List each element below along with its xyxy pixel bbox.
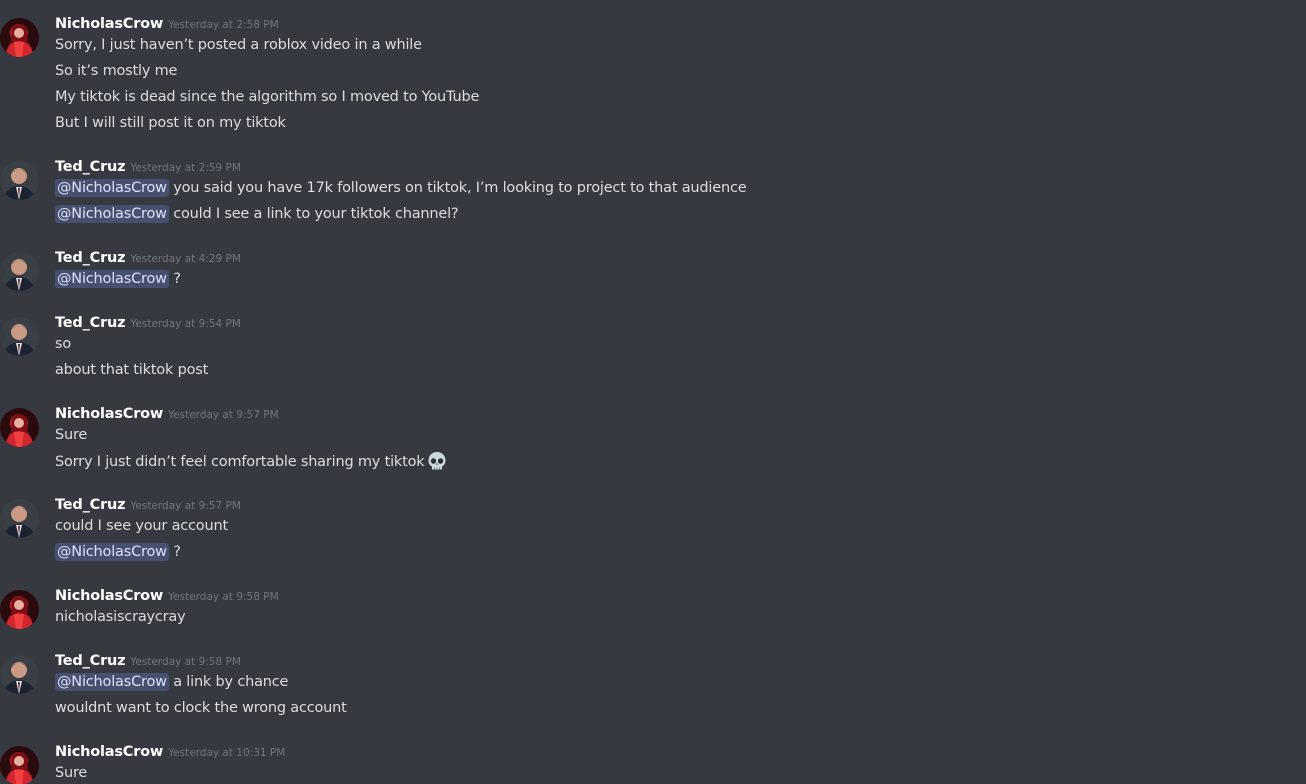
- message-line: nicholasiscraycray: [55, 606, 186, 628]
- message-group: NicholasCrow Yesterday at 2:58 PM Sorry, I…: [0, 14, 1306, 138]
- message-text: Sorry, I just haven’t posted a roblox vi…: [55, 37, 422, 53]
- message-line: wouldnt want to clock the wrong account: [55, 697, 347, 719]
- message-text: Sorry I just didn’t feel comfortable sha…: [55, 454, 425, 470]
- timestamp: Yesterday at 10:31 PM: [168, 747, 286, 759]
- message-line: so: [55, 333, 71, 355]
- ted-avatar[interactable]: [0, 317, 39, 356]
- timestamp: Yesterday at 4:29 PM: [130, 253, 241, 265]
- message-text: ?: [168, 271, 181, 287]
- message-text: Sure: [55, 427, 88, 443]
- chat-messages[interactable]: NicholasCrow Yesterday at 2:58 PM Sorry, I…: [0, 0, 1306, 784]
- message-text: Sure: [55, 765, 88, 781]
- message-line: @NicholasCrow ?: [55, 541, 181, 563]
- message-text: ?: [168, 544, 181, 560]
- user-mention[interactable]: @NicholasCrow: [55, 270, 169, 288]
- message-line: So it’s mostly me: [55, 60, 177, 82]
- message-line: @NicholasCrow ?: [55, 268, 181, 290]
- message-text: you said you have 17k followers on tikto…: [168, 180, 747, 196]
- message-text: nicholasiscraycray: [55, 609, 186, 625]
- timestamp: Yesterday at 9:58 PM: [168, 591, 279, 603]
- message-group: NicholasCrow Yesterday at 9:58 PM nicholas…: [0, 586, 1306, 632]
- user-mention[interactable]: @NicholasCrow: [55, 543, 169, 561]
- message-text: a link by chance: [168, 674, 289, 690]
- user-mention[interactable]: @NicholasCrow: [55, 673, 169, 691]
- message-group: Ted_Cruz Yesterday at 2:59 PM @NicholasCro…: [0, 157, 1306, 229]
- message-header: Ted_Cruz Yesterday at 2:59 PM: [55, 157, 241, 175]
- message-header: Ted_Cruz Yesterday at 9:58 PM: [55, 651, 241, 669]
- message-text: could I see a link to your tiktok channe…: [168, 206, 459, 222]
- timestamp: Yesterday at 9:57 PM: [130, 500, 241, 512]
- nicholas-avatar[interactable]: [0, 408, 39, 447]
- username[interactable]: NicholasCrow: [55, 406, 163, 422]
- timestamp: Yesterday at 2:59 PM: [130, 162, 241, 174]
- message-text: But I will still post it on my tiktok: [55, 115, 286, 131]
- message-group: Ted_Cruz Yesterday at 9:58 PM @NicholasCro…: [0, 651, 1306, 723]
- nicholas-avatar[interactable]: [0, 746, 39, 784]
- message-group: NicholasCrow Yesterday at 10:31 PM Sure: [0, 742, 1306, 784]
- message-line: Sorry I just didn’t feel comfortable sha…: [55, 450, 448, 472]
- username[interactable]: Ted_Cruz: [55, 250, 126, 266]
- timestamp: Yesterday at 2:58 PM: [168, 19, 279, 31]
- message-group: NicholasCrow Yesterday at 9:57 PM Sure Sorr…: [0, 404, 1306, 476]
- ted-avatar[interactable]: [0, 655, 39, 694]
- username[interactable]: Ted_Cruz: [55, 159, 126, 175]
- message-header: NicholasCrow Yesterday at 10:31 PM: [55, 742, 285, 760]
- message-text: so: [55, 336, 72, 352]
- message-text: about that tiktok post: [55, 362, 209, 378]
- username[interactable]: NicholasCrow: [55, 588, 163, 604]
- message-text: could I see your account: [55, 518, 228, 534]
- skull-icon: [426, 450, 448, 472]
- message-text: My tiktok is dead since the algorithm so…: [55, 89, 480, 105]
- message-header: Ted_Cruz Yesterday at 9:57 PM: [55, 495, 241, 513]
- message-group: Ted_Cruz Yesterday at 4:29 PM @NicholasCro…: [0, 248, 1306, 294]
- message-line: My tiktok is dead since the algorithm so…: [55, 86, 479, 108]
- message-line: @NicholasCrow you said you have 17k foll…: [55, 177, 747, 199]
- username[interactable]: Ted_Cruz: [55, 315, 126, 331]
- user-mention[interactable]: @NicholasCrow: [55, 205, 169, 223]
- message-line: could I see your account: [55, 515, 228, 537]
- message-group: Ted_Cruz Yesterday at 9:57 PM could I see …: [0, 495, 1306, 567]
- message-group: Ted_Cruz Yesterday at 9:54 PM so about that…: [0, 313, 1306, 385]
- message-header: NicholasCrow Yesterday at 9:57 PM: [55, 404, 279, 422]
- timestamp: Yesterday at 9:57 PM: [168, 409, 279, 421]
- timestamp: Yesterday at 9:54 PM: [130, 318, 241, 330]
- nicholas-avatar[interactable]: [0, 590, 39, 629]
- message-text: wouldnt want to clock the wrong account: [55, 700, 347, 716]
- message-line: about that tiktok post: [55, 359, 208, 381]
- nicholas-avatar[interactable]: [0, 18, 39, 57]
- username[interactable]: NicholasCrow: [55, 744, 163, 760]
- message-text: So it’s mostly me: [55, 63, 178, 79]
- message-header: NicholasCrow Yesterday at 2:58 PM: [55, 14, 279, 32]
- message-header: Ted_Cruz Yesterday at 4:29 PM: [55, 248, 241, 266]
- message-line: Sure: [55, 762, 87, 784]
- username[interactable]: Ted_Cruz: [55, 497, 126, 513]
- message-header: NicholasCrow Yesterday at 9:58 PM: [55, 586, 279, 604]
- username[interactable]: NicholasCrow: [55, 16, 163, 32]
- timestamp: Yesterday at 9:58 PM: [130, 656, 241, 668]
- message-line: @NicholasCrow could I see a link to your…: [55, 203, 459, 225]
- ted-avatar[interactable]: [0, 499, 39, 538]
- user-mention[interactable]: @NicholasCrow: [55, 179, 169, 197]
- message-line: Sorry, I just haven’t posted a roblox vi…: [55, 34, 422, 56]
- message-line: Sure: [55, 424, 87, 446]
- username[interactable]: Ted_Cruz: [55, 653, 126, 669]
- message-line: But I will still post it on my tiktok: [55, 112, 286, 134]
- ted-avatar[interactable]: [0, 161, 39, 200]
- ted-avatar[interactable]: [0, 252, 39, 291]
- message-line: @NicholasCrow a link by chance: [55, 671, 288, 693]
- message-header: Ted_Cruz Yesterday at 9:54 PM: [55, 313, 241, 331]
